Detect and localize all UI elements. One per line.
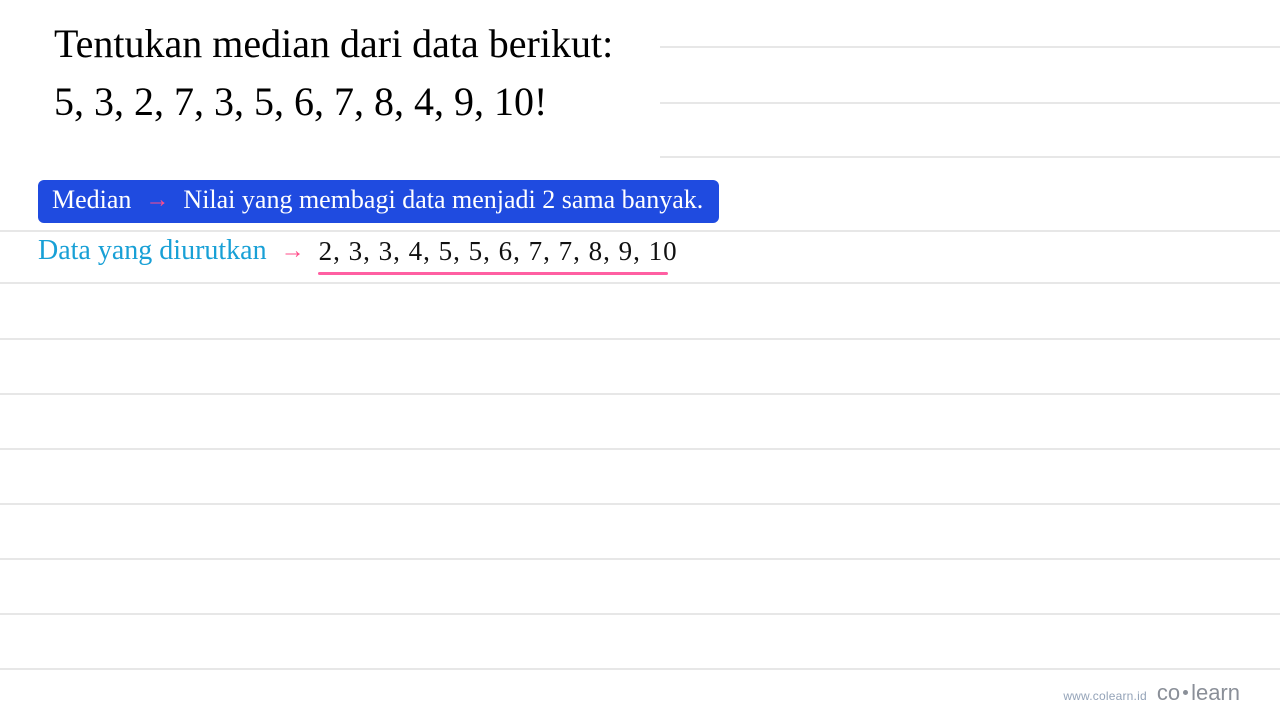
rule-line — [0, 503, 1280, 505]
rule-line — [0, 282, 1280, 284]
underline-accent — [318, 272, 668, 275]
median-term: Median — [52, 186, 131, 215]
brand-right: learn — [1191, 680, 1240, 705]
sorted-label: Data yang diurutkan — [38, 236, 267, 267]
sorted-data-row: Data yang diurutkan → 2, 3, 3, 4, 5, 5, … — [38, 236, 678, 267]
rule-line — [0, 558, 1280, 560]
whiteboard-canvas: Tentukan median dari data berikut: 5, 3,… — [0, 0, 1280, 720]
dot-icon — [1183, 690, 1188, 695]
arrow-icon: → — [145, 187, 169, 213]
rule-line — [0, 230, 1280, 232]
brand-logo: colearn — [1157, 680, 1240, 706]
rule-line — [0, 338, 1280, 340]
footer: www.colearn.id colearn — [1063, 680, 1240, 706]
median-definition-box: Median → Nilai yang membagi data menjadi… — [38, 180, 719, 223]
median-definition-text: Nilai yang membagi data menjadi 2 sama b… — [183, 186, 703, 215]
brand-left: co — [1157, 680, 1180, 705]
question-text-line2: 5, 3, 2, 7, 3, 5, 6, 7, 8, 4, 9, 10! — [54, 78, 547, 125]
rule-line — [0, 668, 1280, 670]
footer-url: www.colearn.id — [1063, 689, 1147, 703]
question-text-line1: Tentukan median dari data berikut: — [54, 20, 613, 67]
rule-line — [0, 613, 1280, 615]
rule-line — [0, 393, 1280, 395]
arrow-icon: → — [281, 238, 305, 266]
sorted-values: 2, 3, 3, 4, 5, 5, 6, 7, 7, 8, 9, 10 — [319, 237, 678, 267]
rule-line — [660, 102, 1280, 104]
rule-line — [660, 46, 1280, 48]
rule-line — [660, 156, 1280, 158]
rule-line — [0, 448, 1280, 450]
